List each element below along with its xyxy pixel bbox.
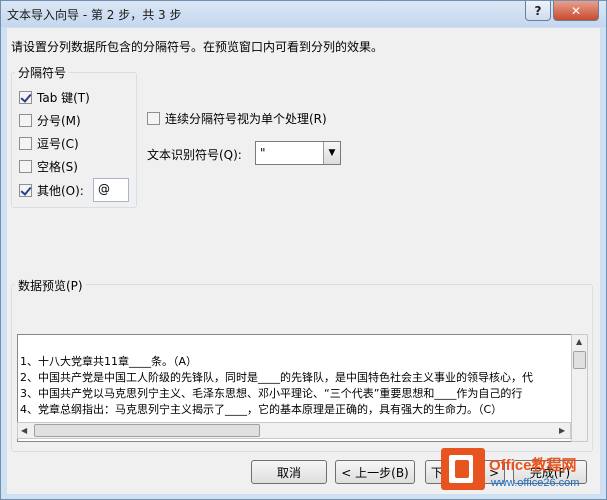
consecutive-option[interactable]: 连续分隔符号视为单个处理(R) xyxy=(147,110,327,127)
other-label: 其他(O): xyxy=(37,184,84,198)
dialog-body: 请设置分列数据所包含的分隔符号。在预览窗口内可看到分列的效果。 分隔符号 Tab… xyxy=(7,28,600,494)
preview-line: 4、党章总纲指出：马克思列宁主义揭示了____，它的基本原理是正确的，具有强大的… xyxy=(20,403,503,416)
office26-watermark: Office教程网 www.office26.com xyxy=(439,446,599,492)
consecutive-checkbox[interactable] xyxy=(147,112,160,125)
space-label: 空格(S) xyxy=(37,160,78,174)
space-checkbox[interactable] xyxy=(19,160,32,173)
scroll-up-icon[interactable]: ▲ xyxy=(576,337,582,346)
preview-line: 2、中国共产党是中国工人阶级的先锋队，同时是____的先锋队，是中国特色社会主义… xyxy=(20,371,533,384)
preview-horizontal-scrollbar[interactable]: ◀ ▶ xyxy=(17,422,571,439)
semicolon-label: 分号(M) xyxy=(37,114,81,128)
close-icon: ✕ xyxy=(570,3,582,18)
scroll-right-icon[interactable]: ▶ xyxy=(559,426,565,435)
vertical-scroll-thumb[interactable] xyxy=(573,351,586,369)
help-button[interactable]: ? xyxy=(525,1,551,21)
text-import-wizard-window: 文本导入向导 - 第 2 步，共 3 步 ? ✕ 请设置分列数据所包含的分隔符号… xyxy=(0,0,607,500)
tab-option[interactable]: Tab 键(T) xyxy=(19,89,90,106)
preview-vertical-scrollbar[interactable]: ▲ xyxy=(571,334,588,442)
other-delimiter-input[interactable]: @ xyxy=(93,178,129,202)
window-title: 文本导入向导 - 第 2 步，共 3 步 xyxy=(7,8,182,22)
preview-line: 1、十八大党章共11章____条。（A） xyxy=(20,355,198,368)
delimiters-group-label: 分隔符号 xyxy=(15,64,70,81)
watermark-url: www.office26.com xyxy=(490,477,579,489)
scroll-left-icon[interactable]: ◀ xyxy=(21,426,27,435)
preview-group-label: 数据预览(P) xyxy=(15,277,86,294)
text-qualifier-label: 文本识别符号(Q): xyxy=(147,148,242,162)
comma-checkbox[interactable] xyxy=(19,137,32,150)
cancel-button[interactable]: 取消 xyxy=(251,460,327,484)
help-icon: ? xyxy=(534,3,542,18)
text-qualifier-select[interactable]: " ▼ xyxy=(255,141,341,165)
preview-line: 3、中国共产党以马克思列宁主义、毛泽东思想、邓小平理论、“三个代表”重要思想和_… xyxy=(20,387,523,400)
watermark-brand: Office教程网 xyxy=(489,456,577,474)
horizontal-scroll-thumb[interactable] xyxy=(34,424,260,437)
comma-option[interactable]: 逗号(C) xyxy=(19,135,79,152)
instruction-text: 请设置分列数据所包含的分隔符号。在预览窗口内可看到分列的效果。 xyxy=(11,40,384,54)
dropdown-arrow-icon[interactable]: ▼ xyxy=(323,142,340,164)
back-button[interactable]: < 上一步(B) xyxy=(335,460,415,484)
space-option[interactable]: 空格(S) xyxy=(19,158,78,175)
tab-checkbox[interactable] xyxy=(19,91,32,104)
consecutive-label: 连续分隔符号视为单个处理(R) xyxy=(165,112,327,126)
title-bar[interactable]: 文本导入向导 - 第 2 步，共 3 步 ? ✕ xyxy=(1,1,606,27)
semicolon-option[interactable]: 分号(M) xyxy=(19,112,81,129)
office-logo-icon: Office教程网 www.office26.com xyxy=(441,448,579,490)
other-checkbox[interactable] xyxy=(19,184,32,197)
comma-label: 逗号(C) xyxy=(37,137,79,151)
other-option[interactable]: 其他(O): xyxy=(19,182,84,199)
semicolon-checkbox[interactable] xyxy=(19,114,32,127)
text-qualifier-value: " xyxy=(260,146,266,160)
close-button[interactable]: ✕ xyxy=(553,1,599,21)
tab-label: Tab 键(T) xyxy=(37,91,90,105)
